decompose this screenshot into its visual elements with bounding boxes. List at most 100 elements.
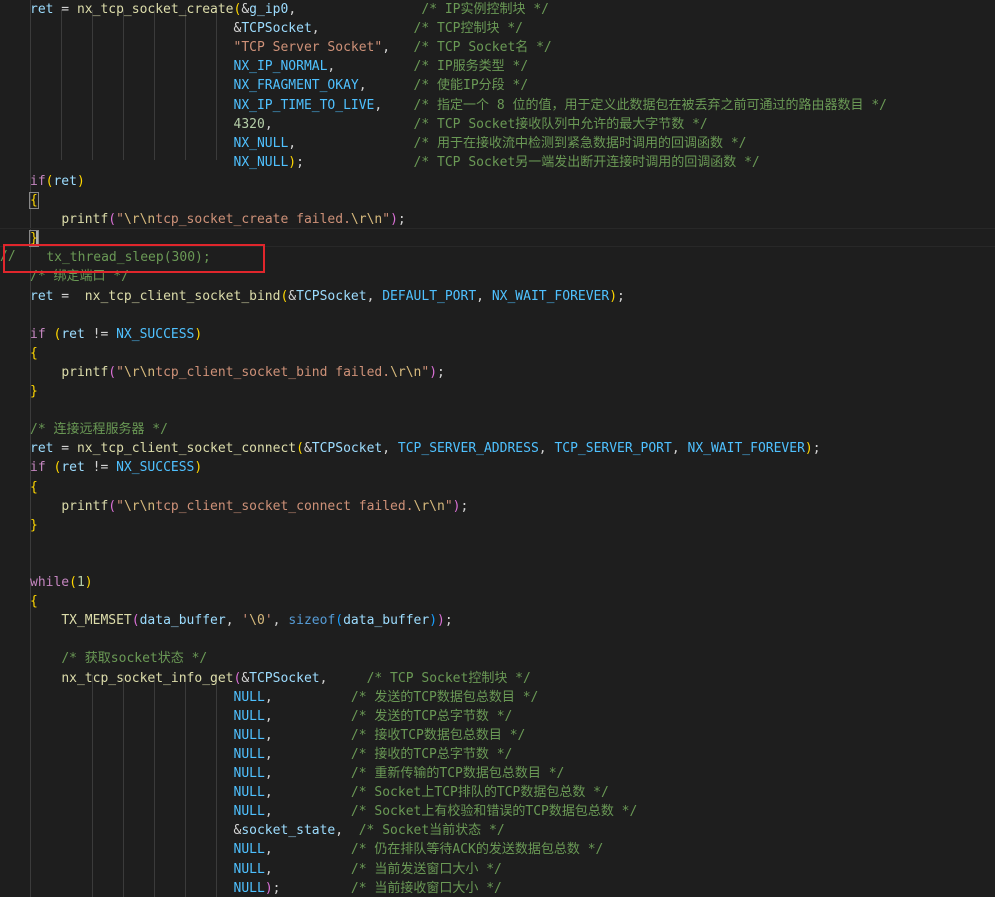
code-line[interactable]: if (ret != NX_SUCCESS)	[30, 325, 202, 344]
code-token: ,	[382, 40, 414, 56]
code-line[interactable]: NULL, /* Socket上TCP排队的TCP数据包总数 */	[30, 783, 609, 802]
code-token: /* IP服务类型 */	[413, 59, 529, 75]
code-token: )	[288, 154, 297, 170]
code-line[interactable]: NULL, /* Socket上有校验和错误的TCP数据包总数 */	[30, 802, 638, 821]
code-line[interactable]: printf("\r\ntcp_socket_create failed.\r\…	[30, 210, 405, 229]
code-line[interactable]: NULL, /* 接收TCP数据包总数目 */	[30, 726, 526, 745]
code-editor[interactable]: // ret = nx_tcp_socket_create(&g_ip0, /*…	[0, 0, 995, 897]
code-line[interactable]: /* 获取socket状态 */	[30, 649, 207, 668]
code-line[interactable]: NULL, /* 重新传输的TCP数据包总数目 */	[30, 764, 565, 783]
code-token: /* 仍在排队等待ACK的发送数据包总数 */	[350, 842, 604, 858]
code-token: data_buffer	[139, 613, 226, 629]
code-token: ret	[61, 326, 85, 342]
code-line[interactable]: ret = nx_tcp_client_socket_bind(&TCPSock…	[30, 287, 625, 306]
code-line[interactable]: printf("\r\ntcp_client_socket_bind faile…	[30, 363, 445, 382]
code-token: NULL	[233, 861, 265, 877]
code-line[interactable]: printf("\r\ntcp_client_socket_connect fa…	[30, 497, 468, 516]
code-line[interactable]: /* 连接远程服务器 */	[30, 420, 168, 439]
code-token: &	[241, 2, 250, 17]
code-token: &	[288, 288, 297, 304]
code-line[interactable]: &socket_state, /* Socket当前状态 */	[30, 821, 504, 840]
code-token: }	[30, 517, 38, 533]
code-token: ,	[538, 441, 555, 457]
code-token: /* 当前发送窗口大小 */	[350, 861, 502, 877]
code-line[interactable]: {	[30, 344, 38, 363]
code-token: ;	[812, 441, 821, 457]
code-token: NX_WAIT_FOREVER	[491, 288, 610, 304]
code-line[interactable]: ret = nx_tcp_socket_create(&g_ip0, /* IP…	[30, 0, 549, 19]
code-token: )	[804, 441, 813, 457]
code-token: if	[30, 460, 46, 476]
code-token: &	[303, 441, 312, 457]
code-token: TCPSocket	[249, 670, 320, 686]
code-line[interactable]: {	[30, 592, 38, 611]
code-token: ,	[476, 288, 492, 304]
code-line[interactable]: NX_NULL); /* TCP Socket另一端发出断开连接时调用的回调函数…	[30, 153, 760, 172]
code-token: =	[53, 288, 85, 304]
code-line[interactable]: NX_NULL, /* 用于在接收流中检测到紧急数据时调用的回调函数 */	[30, 134, 747, 153]
code-token: \r\n	[123, 212, 156, 228]
code-token: (	[69, 575, 77, 590]
code-token: /* 获取socket状态 */	[61, 651, 208, 667]
code-line[interactable]: "TCP Server Socket", /* TCP Socket名 */	[30, 38, 552, 57]
code-line[interactable]: if(ret)	[30, 172, 85, 191]
code-token: }	[30, 384, 38, 399]
code-token: if	[30, 173, 46, 189]
code-token: /* TCP控制块 */	[413, 21, 523, 37]
code-token: &	[30, 21, 242, 37]
code-token: nx_tcp_client_socket_bind	[84, 288, 281, 304]
code-line[interactable]: NULL, /* 发送的TCP总字节数 */	[30, 707, 513, 726]
code-token: /* Socket上TCP排队的TCP数据包总数 */	[350, 785, 609, 801]
code-line[interactable]: }	[30, 516, 38, 535]
code-token: NX_SUCCESS	[116, 460, 195, 476]
code-line[interactable]: NX_IP_TIME_TO_LIVE, /* 指定一个 8 位的值，用于定义此数…	[30, 96, 887, 115]
code-line[interactable]: NULL, /* 仍在排队等待ACK的发送数据包总数 */	[30, 840, 604, 859]
code-line[interactable]: if (ret != NX_SUCCESS)	[30, 458, 202, 477]
code-line[interactable]: 4320, /* TCP Socket接收队列中允许的最大字节数 */	[30, 115, 708, 134]
code-token: TCP_SERVER_PORT	[554, 441, 672, 457]
code-line[interactable]: NULL); /* 当前接收窗口大小 */	[30, 879, 502, 897]
code-token: )	[264, 880, 273, 896]
code-token: "	[444, 498, 453, 514]
code-line[interactable]: TX_MEMSET(data_buffer, '\0', sizeof(data…	[30, 611, 452, 630]
code-line[interactable]: NULL, /* 当前发送窗口大小 */	[30, 860, 502, 879]
code-line[interactable]: {	[29, 191, 39, 210]
code-token: ,	[264, 116, 273, 132]
code-token: ;	[437, 364, 445, 380]
code-token: \r\n	[123, 498, 156, 514]
code-token: "	[116, 364, 124, 380]
code-token: tcp_client_socket_bind failed.	[155, 364, 391, 380]
code-line[interactable]: }	[30, 382, 38, 401]
code-token: ,	[264, 689, 273, 705]
code-line[interactable]: while(1)	[30, 573, 93, 592]
code-token: TCPSocket	[241, 21, 312, 37]
code-token: /* 接收的TCP总字节数 */	[350, 746, 513, 762]
code-token: printf	[61, 364, 109, 380]
code-line[interactable]: &TCPSocket, /* TCP控制块 */	[30, 19, 523, 38]
code-token: /* TCP Socket接收队列中允许的最大字节数 */	[413, 116, 708, 132]
code-line[interactable]: NULL, /* 接收的TCP总字节数 */	[30, 745, 513, 764]
code-token: NX_IP_NORMAL	[233, 59, 328, 75]
code-line[interactable]: NX_IP_NORMAL, /* IP服务类型 */	[30, 57, 529, 76]
code-line[interactable]: {	[30, 478, 38, 497]
code-line[interactable]: nx_tcp_socket_info_get(&TCPSocket, /* TC…	[30, 669, 531, 688]
code-line[interactable]: NX_FRAGMENT_OKAY, /* 使能IP分段 */	[30, 76, 529, 95]
code-token: \0	[249, 613, 265, 629]
code-token: NX_WAIT_FOREVER	[687, 441, 805, 457]
code-line[interactable]: ret = nx_tcp_client_socket_connect(&TCPS…	[30, 439, 821, 458]
code-line[interactable]: NULL, /* 发送的TCP数据包总数目 */	[30, 688, 539, 707]
